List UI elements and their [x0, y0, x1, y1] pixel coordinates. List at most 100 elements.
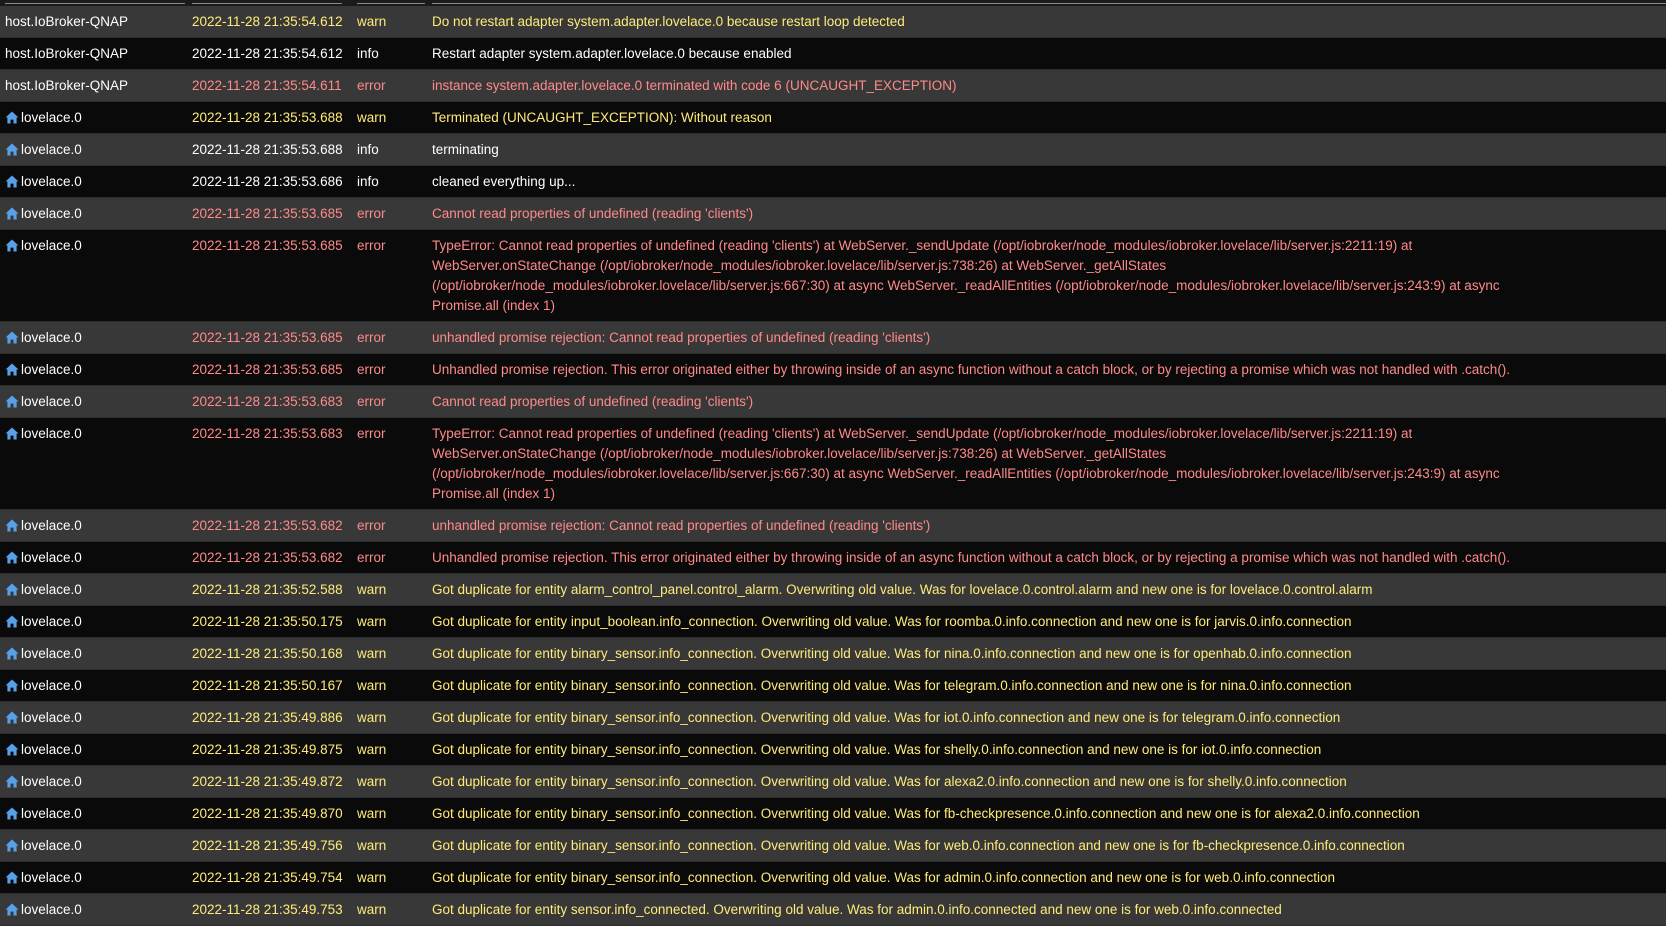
log-severity: error	[357, 518, 386, 533]
log-message: Do not restart adapter system.adapter.lo…	[432, 14, 905, 29]
log-source: lovelace.0	[0, 392, 192, 412]
log-severity: error	[357, 426, 386, 441]
log-source-label: lovelace.0	[21, 838, 82, 853]
log-severity: warn	[357, 902, 387, 917]
log-source-label: lovelace.0	[21, 774, 82, 789]
log-severity: info	[357, 46, 379, 61]
log-severity: error	[357, 206, 386, 221]
log-time: 2022-11-28 21:35:54.612	[192, 14, 343, 29]
log-severity: error	[357, 550, 386, 565]
log-time: 2022-11-28 21:35:53.683	[192, 394, 343, 409]
log-source: lovelace.0	[0, 804, 192, 824]
log-row: lovelace.0 2022-11-28 21:35:53.685 error…	[0, 230, 1666, 322]
log-source-label: host.IoBroker-QNAP	[5, 46, 129, 61]
log-source-label: host.IoBroker-QNAP	[5, 78, 129, 93]
column-divider-message	[432, 3, 1666, 4]
log-time: 2022-11-28 21:35:49.886	[192, 710, 343, 725]
log-time: 2022-11-28 21:35:50.175	[192, 614, 343, 629]
house-icon	[5, 647, 19, 660]
log-row: lovelace.0 2022-11-28 21:35:53.683 error…	[0, 386, 1666, 418]
log-source: lovelace.0	[0, 236, 192, 256]
log-time: 2022-11-28 21:35:53.685	[192, 206, 343, 221]
log-row: lovelace.0 2022-11-28 21:35:53.683 error…	[0, 418, 1666, 510]
log-severity: warn	[357, 710, 387, 725]
column-divider-severity	[357, 3, 425, 4]
house-icon	[5, 207, 19, 220]
log-time: 2022-11-28 21:35:50.167	[192, 678, 343, 693]
log-severity: warn	[357, 774, 387, 789]
house-icon	[5, 111, 19, 124]
log-message: unhandled promise rejection: Cannot read…	[432, 330, 931, 345]
log-message: Got duplicate for entity binary_sensor.i…	[432, 838, 1405, 853]
log-source-label: host.IoBroker-QNAP	[5, 14, 129, 29]
log-source: lovelace.0	[0, 548, 192, 568]
log-source: lovelace.0	[0, 516, 192, 536]
log-source: host.IoBroker-QNAP	[0, 44, 192, 64]
log-row: lovelace.0 2022-11-28 21:35:53.688 info …	[0, 134, 1666, 166]
log-source-label: lovelace.0	[21, 330, 82, 345]
log-row: lovelace.0 2022-11-28 21:35:49.870 warn …	[0, 798, 1666, 830]
log-row: host.IoBroker-QNAP 2022-11-28 21:35:54.6…	[0, 70, 1666, 102]
log-message: Restart adapter system.adapter.lovelace.…	[432, 46, 792, 61]
log-source-label: lovelace.0	[21, 742, 82, 757]
house-icon	[5, 363, 19, 376]
log-severity: warn	[357, 14, 387, 29]
log-message: Got duplicate for entity binary_sensor.i…	[432, 870, 1336, 885]
log-severity: warn	[357, 838, 387, 853]
house-icon	[5, 743, 19, 756]
log-time: 2022-11-28 21:35:53.682	[192, 550, 343, 565]
log-row: lovelace.0 2022-11-28 21:35:50.175 warn …	[0, 606, 1666, 638]
log-source-label: lovelace.0	[21, 206, 82, 221]
log-source: lovelace.0	[0, 708, 192, 728]
log-message: Got duplicate for entity binary_sensor.i…	[432, 742, 1322, 757]
log-source-label: lovelace.0	[21, 394, 82, 409]
log-time: 2022-11-28 21:35:53.688	[192, 110, 343, 125]
log-time: 2022-11-28 21:35:54.612	[192, 46, 343, 61]
log-time: 2022-11-28 21:35:53.682	[192, 518, 343, 533]
log-source: lovelace.0	[0, 172, 192, 192]
log-source-label: lovelace.0	[21, 142, 82, 157]
log-row: host.IoBroker-QNAP 2022-11-28 21:35:54.6…	[0, 6, 1666, 38]
log-message: Got duplicate for entity sensor.info_con…	[432, 902, 1282, 917]
log-row: lovelace.0 2022-11-28 21:35:50.167 warn …	[0, 670, 1666, 702]
log-source: lovelace.0	[0, 140, 192, 160]
log-time: 2022-11-28 21:35:52.588	[192, 582, 343, 597]
house-icon	[5, 871, 19, 884]
log-row: lovelace.0 2022-11-28 21:35:53.682 error…	[0, 542, 1666, 574]
log-time: 2022-11-28 21:35:53.685	[192, 238, 343, 253]
log-message: Cannot read properties of undefined (rea…	[432, 206, 754, 221]
log-source-label: lovelace.0	[21, 646, 82, 661]
log-row: lovelace.0 2022-11-28 21:35:49.754 warn …	[0, 862, 1666, 894]
log-message: Got duplicate for entity alarm_control_p…	[432, 582, 1373, 597]
log-source: host.IoBroker-QNAP	[0, 76, 192, 96]
log-source-label: lovelace.0	[21, 518, 82, 533]
log-message: Got duplicate for entity binary_sensor.i…	[432, 774, 1347, 789]
house-icon	[5, 679, 19, 692]
log-source: lovelace.0	[0, 644, 192, 664]
log-row: lovelace.0 2022-11-28 21:35:53.682 error…	[0, 510, 1666, 542]
log-severity: error	[357, 394, 386, 409]
log-severity: info	[357, 174, 379, 189]
house-icon	[5, 519, 19, 532]
log-source-label: lovelace.0	[21, 550, 82, 565]
log-row: lovelace.0 2022-11-28 21:35:49.872 warn …	[0, 766, 1666, 798]
log-source-label: lovelace.0	[21, 806, 82, 821]
log-severity: error	[357, 362, 386, 377]
log-source: lovelace.0	[0, 900, 192, 920]
log-row: lovelace.0 2022-11-28 21:35:52.588 warn …	[0, 574, 1666, 606]
log-message: unhandled promise rejection: Cannot read…	[432, 518, 931, 533]
house-icon	[5, 239, 19, 252]
log-message: Terminated (UNCAUGHT_EXCEPTION): Without…	[432, 110, 772, 125]
log-message: Unhandled promise rejection. This error …	[432, 362, 1511, 377]
log-row: lovelace.0 2022-11-28 21:35:49.756 warn …	[0, 830, 1666, 862]
log-source: lovelace.0	[0, 772, 192, 792]
house-icon	[5, 331, 19, 344]
log-message: TypeError: Cannot read properties of und…	[432, 238, 1500, 313]
log-time: 2022-11-28 21:35:50.168	[192, 646, 343, 661]
log-message: cleaned everything up...	[432, 174, 576, 189]
log-time: 2022-11-28 21:35:49.753	[192, 902, 343, 917]
house-icon	[5, 143, 19, 156]
log-severity: warn	[357, 110, 387, 125]
log-source: lovelace.0	[0, 360, 192, 380]
log-severity: error	[357, 238, 386, 253]
